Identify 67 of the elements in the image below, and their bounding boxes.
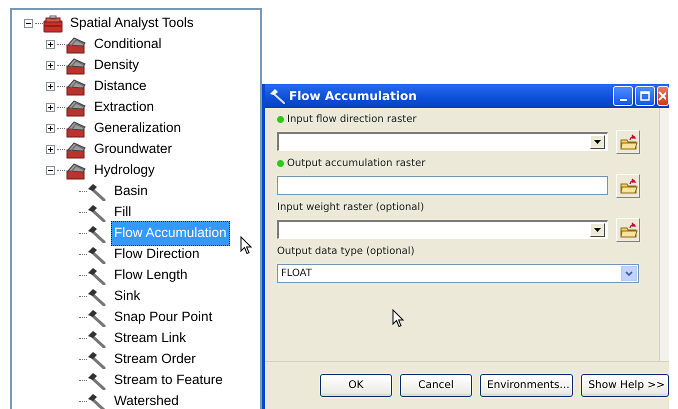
hammer-icon — [87, 182, 107, 200]
caret-icon — [594, 140, 601, 144]
plus-icon — [47, 104, 54, 111]
window-title: Flow Accumulation — [289, 88, 418, 105]
close-icon — [658, 91, 666, 101]
hammer-icon — [87, 266, 107, 284]
plus-icon — [47, 83, 54, 90]
minus-icon — [47, 167, 54, 174]
toolset-icon — [65, 162, 87, 180]
mouse-pointer-icon — [240, 236, 252, 255]
toolset-icon — [65, 120, 87, 138]
expand-toggle[interactable] — [46, 166, 55, 175]
browse-button[interactable] — [616, 174, 640, 198]
field-label: Input weight raster (optional) — [277, 201, 424, 215]
browse-button[interactable] — [616, 218, 640, 242]
plus-icon — [47, 125, 54, 132]
minus-icon — [25, 20, 32, 27]
hammer-icon — [269, 88, 285, 104]
toolbox-icon — [43, 14, 63, 32]
folder-icon — [618, 221, 638, 238]
expand-toggle[interactable] — [46, 103, 55, 112]
toolset-icon — [65, 78, 87, 96]
expand-toggle[interactable] — [46, 61, 55, 70]
toolset-icon — [65, 56, 87, 74]
expand-toggle[interactable] — [46, 40, 55, 49]
mouse-pointer-icon — [392, 309, 404, 328]
folder-icon — [618, 133, 638, 150]
plus-icon — [47, 41, 54, 48]
chevron-icon — [625, 270, 633, 276]
minimize-icon — [620, 99, 626, 101]
minimize-button[interactable] — [613, 86, 633, 106]
plus-icon — [47, 146, 54, 153]
dropdown-field[interactable]: FLOAT — [277, 264, 639, 283]
caret-icon — [594, 228, 601, 232]
dialog-button[interactable]: Show Help >> — [581, 374, 669, 397]
browse-button[interactable] — [616, 130, 640, 154]
input-field[interactable] — [277, 176, 608, 195]
expand-toggle[interactable] — [46, 124, 55, 133]
hammer-icon — [87, 350, 107, 368]
field-label: Input flow direction raster — [287, 113, 416, 127]
hammer-icon — [87, 372, 107, 390]
expand-toggle[interactable] — [46, 145, 55, 154]
hammer-icon — [87, 330, 107, 348]
hammer-icon — [87, 246, 107, 264]
plus-icon — [47, 62, 54, 69]
dialog-button[interactable]: OK — [320, 374, 392, 397]
hammer-icon — [87, 204, 107, 222]
hammer-icon — [87, 392, 107, 409]
dropdown-field[interactable] — [277, 220, 608, 239]
dialog-button[interactable]: Environments... — [480, 374, 574, 397]
scrollbar[interactable] — [659, 108, 669, 361]
close-button[interactable] — [657, 86, 669, 106]
toolset-icon — [65, 36, 87, 54]
expand-toggle[interactable] — [24, 19, 33, 28]
maximize-button[interactable] — [635, 86, 655, 106]
field-label: Output accumulation raster — [287, 157, 426, 171]
toolset-icon — [65, 98, 87, 116]
hammer-icon — [87, 224, 107, 242]
dialog-button[interactable]: Cancel — [400, 374, 472, 397]
expand-toggle[interactable] — [46, 82, 55, 91]
field-label: Output data type (optional) — [277, 245, 414, 259]
dropdown-field[interactable] — [277, 132, 608, 151]
folder-icon — [618, 177, 638, 194]
hammer-icon — [87, 288, 107, 306]
maximize-icon — [640, 91, 650, 101]
toolset-icon — [65, 140, 87, 158]
hammer-icon — [87, 308, 107, 326]
